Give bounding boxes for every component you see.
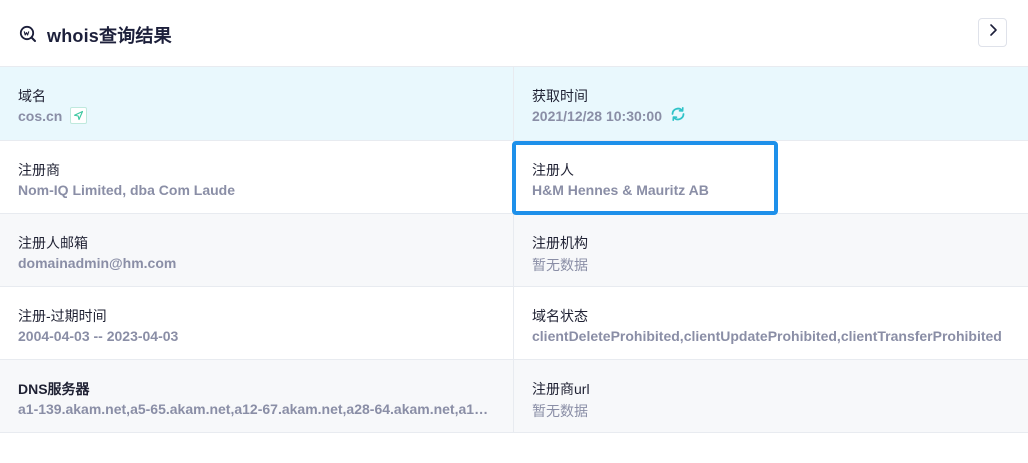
domain-status-label: 域名状态: [532, 308, 588, 324]
reg-expiry-value: 2004-04-03 -- 2023-04-03: [18, 328, 179, 344]
fetch-time-label: 获取时间: [532, 88, 588, 104]
domain-status-cell: 域名状态 clientDeleteProhibited,clientUpdate…: [514, 287, 1028, 359]
page-title: whois查询结果: [47, 26, 172, 46]
registrant-email-value: domainadmin@hm.com: [18, 255, 177, 271]
registrant-org-cell: 注册机构 暂无数据: [514, 214, 1028, 286]
dns-server-cell: DNS服务器 a1-139.akam.net,a5-65.akam.net,a1…: [0, 360, 514, 432]
info-row-domain: 域名 cos.cn 获取时间 2021/12/28 10:30:00: [0, 67, 1028, 141]
domain-value: cos.cn: [18, 108, 63, 124]
info-row-dns: DNS服务器 a1-139.akam.net,a5-65.akam.net,a1…: [0, 360, 1028, 433]
registrant-cell: 注册人 H&M Hennes & Mauritz AB: [514, 141, 1028, 213]
whois-info-table: 域名 cos.cn 获取时间 2021/12/28 10:30:00 注册商 N…: [0, 67, 1028, 433]
domain-value-wrap: cos.cn: [18, 106, 88, 126]
reg-expiry-label: 注册-过期时间: [18, 308, 107, 324]
domain-status-value: clientDeleteProhibited,clientUpdateProhi…: [532, 328, 1002, 344]
whois-search-icon: [19, 25, 37, 43]
registrant-org-value: 暂无数据: [532, 257, 588, 273]
reg-expiry-cell: 注册-过期时间 2004-04-03 -- 2023-04-03: [0, 287, 514, 359]
info-row-registrar: 注册商 Nom-IQ Limited, dba Com Laude 注册人 H&…: [0, 141, 1028, 214]
fetch-time-cell: 获取时间 2021/12/28 10:30:00: [514, 67, 1028, 140]
registrant-value: H&M Hennes & Mauritz AB: [532, 182, 709, 198]
dns-server-label: DNS服务器: [18, 381, 90, 397]
registrar-url-label: 注册商url: [532, 381, 590, 397]
fetch-time-value-wrap: 2021/12/28 10:30:00: [532, 106, 686, 127]
registrar-url-cell: 注册商url 暂无数据: [514, 360, 1028, 432]
registrant-email-label: 注册人邮箱: [18, 235, 88, 251]
registrar-value: Nom-IQ Limited, dba Com Laude: [18, 182, 236, 198]
registrar-url-value: 暂无数据: [532, 403, 588, 419]
domain-label: 域名: [18, 88, 46, 104]
refresh-icon: [670, 107, 686, 125]
registrant-email-cell: 注册人邮箱 domainadmin@hm.com: [0, 214, 514, 286]
registrar-cell: 注册商 Nom-IQ Limited, dba Com Laude: [0, 141, 514, 213]
registrant-label: 注册人: [532, 162, 574, 178]
registrar-label: 注册商: [18, 162, 60, 178]
next-button[interactable]: [978, 18, 1007, 47]
visit-domain-button[interactable]: [70, 106, 88, 124]
chevron-right-icon: [988, 23, 998, 42]
dns-server-value: a1-139.akam.net,a5-65.akam.net,a12-67.ak…: [18, 401, 492, 417]
refresh-button[interactable]: [670, 106, 686, 125]
registrant-org-label: 注册机构: [532, 235, 588, 251]
panel-header: whois查询结果: [0, 0, 1028, 67]
info-row-dates: 注册-过期时间 2004-04-03 -- 2023-04-03 域名状态 cl…: [0, 287, 1028, 360]
domain-cell: 域名 cos.cn: [0, 67, 514, 140]
info-row-email: 注册人邮箱 domainadmin@hm.com 注册机构 暂无数据: [0, 214, 1028, 287]
fetch-time-value: 2021/12/28 10:30:00: [532, 108, 662, 125]
